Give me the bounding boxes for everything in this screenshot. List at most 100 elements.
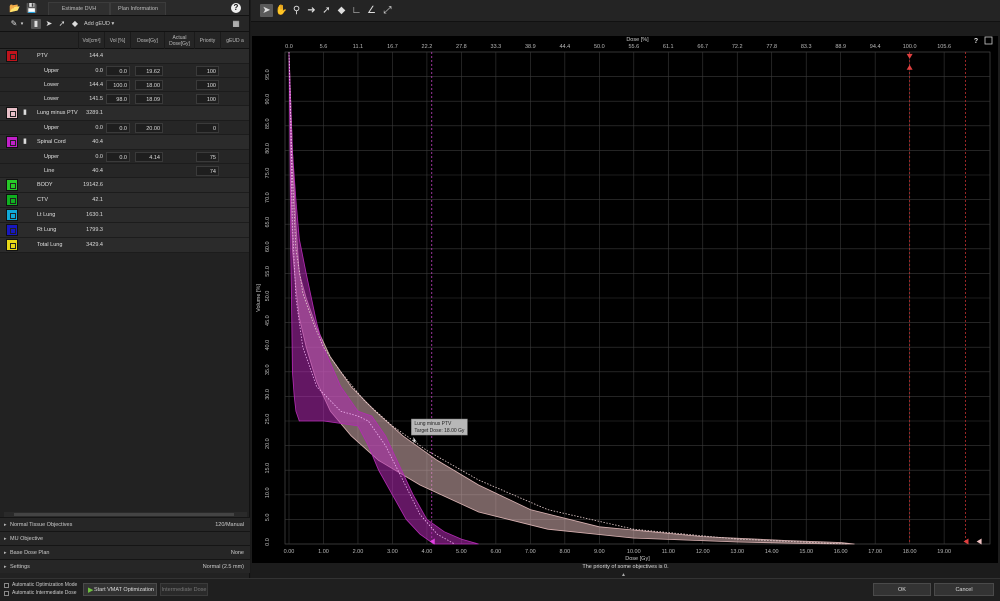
point-objective-icon[interactable]: ◆ [70,19,80,29]
pointer-icon[interactable]: ➤ [260,4,273,17]
structure-row[interactable]: Lt Lung 1630.1 [0,208,249,223]
structure-color-swatch[interactable] [6,209,18,221]
objective-volume-cm3[interactable]: 0.0 [80,123,105,133]
structure-color-swatch[interactable] [6,179,18,191]
geud-tool-icon[interactable]: ∠ [365,4,378,17]
top-tick-label: 77.8 [766,44,777,50]
objective-volume-pct[interactable]: 0.0 [106,123,130,133]
objective-priority[interactable]: 75 [196,152,219,162]
objective-priority[interactable]: 100 [196,94,219,104]
cancel-button[interactable]: Cancel [934,583,994,596]
structure-color-swatch[interactable] [6,224,18,236]
objective-priority[interactable]: 100 [196,80,219,90]
y-tick-label: 5.0 [265,514,271,522]
select-structure-icon[interactable]: ▮ [31,19,41,29]
objective-volume-pct[interactable]: 98.0 [106,94,130,104]
objective-row[interactable]: Upper 0.0 0.0 20.00 0 [0,121,249,135]
structure-color-swatch[interactable] [6,107,18,119]
structure-color-swatch[interactable] [6,50,18,62]
upper-objective-tool-icon[interactable]: ➜ [305,4,318,17]
structure-row[interactable]: ▮ Lung minus PTV 3289.1 [0,106,249,121]
col-volume-pct[interactable]: Vol [%] [104,32,130,49]
structure-color-swatch[interactable] [6,239,18,251]
line-objective-tool-icon[interactable]: ∟ [350,4,363,17]
col-priority[interactable]: Priority [194,32,220,49]
objective-volume-pct[interactable]: 0.0 [106,152,130,162]
fit-view-icon[interactable]: ⤢ [381,4,394,17]
structure-row[interactable]: ▮ Spinal Cord 40.4 [0,135,249,150]
x-tick-label: 7.00 [525,549,536,555]
grid-options-icon[interactable]: ▦ [231,19,241,29]
start-vmat-optimization-button[interactable]: ▶ Start VMAT Optimization [83,583,157,596]
y-tick-label: 65.0 [265,217,271,228]
chevron-down-icon[interactable]: ▾ [17,19,27,29]
dvh-chart[interactable]: 0.00 1.00 2.00 3.00 4.00 5.00 6.00 7.00 8.00 9.00… [252,36,998,563]
top-tick-label: 88.9 [835,44,846,50]
tab-estimate-dvh[interactable]: Estimate DVH [48,2,110,15]
dvh-chart-area[interactable]: 0.00 1.00 2.00 3.00 4.00 5.00 6.00 7.00 8.00 9.00… [252,36,998,563]
col-geud-a[interactable]: gEUD a [220,32,249,49]
objective-row[interactable]: Upper 0.0 0.0 19.62 100 [0,64,249,78]
col-actual-dose[interactable]: Actual Dose[Gy] [164,32,194,49]
objective-dose[interactable]: 19.62 [135,66,163,76]
objective-row[interactable]: Lower 141.5 98.0 18.09 100 [0,92,249,106]
ok-button[interactable]: OK [873,583,931,596]
col-dose[interactable]: Dose[Gy] [130,32,164,49]
scrollbar-thumb[interactable] [14,513,234,516]
objective-row[interactable]: Lower 144.4 100.0 18.00 100 [0,78,249,92]
top-tick-label: 5.6 [320,44,328,50]
objective-volume-cm3[interactable]: 0.0 [80,152,105,162]
intermediate-dose-button[interactable]: Intermediate Dose [160,583,208,596]
structure-volume: 144.4 [89,53,103,59]
structure-row[interactable]: Total Lung 3429.4 [0,238,249,253]
tab-plan-information[interactable]: Plan Information [110,2,166,15]
objective-row[interactable]: Upper 0.0 0.0 4.14 75 [0,150,249,164]
structure-row[interactable]: BODY 19142.6 [0,178,249,193]
lower-objective-tool-icon[interactable]: ➚ [320,4,333,17]
structure-row[interactable]: PTV 144.4 [0,49,249,64]
x-tick-label: 17.00 [868,549,882,555]
bottom-bar: Automatic Optimization Mode Automatic In… [0,578,1000,601]
objective-dose[interactable]: 18.09 [135,94,163,104]
zoom-icon[interactable]: ⚲ [290,4,303,17]
objective-dose[interactable]: 18.00 [135,80,163,90]
y-tick-label: 95.0 [265,69,271,80]
objective-priority[interactable]: 74 [196,166,219,176]
section-mu-objective[interactable]: ▸ MU Objective [0,531,250,545]
top-tick-label: 38.9 [525,44,536,50]
structure-color-swatch[interactable] [6,194,18,206]
auto-intermediate-dose-checkbox[interactable] [4,591,9,596]
help-icon[interactable]: ? [231,3,241,13]
lower-objective-icon[interactable]: ➚ [57,19,67,29]
point-objective-tool-icon[interactable]: ◆ [335,4,348,17]
objective-volume-cm3[interactable]: 40.4 [80,166,105,176]
auto-optimization-mode-checkbox[interactable] [4,583,9,588]
structure-row[interactable]: CTV 42.1 [0,193,249,208]
objective-row[interactable]: Line 40.4 74 [0,164,249,178]
dvh-estimate-icon: ▮ [23,109,27,116]
upper-objective-icon[interactable]: ➤ [44,19,54,29]
top-tick-label: 0.0 [285,44,293,50]
col-volume-cm3[interactable]: Vol[cm³] [78,32,104,49]
section-base-dose-plan[interactable]: ▸ Base Dose Plan None [0,545,250,559]
section-settings[interactable]: ▸ Settings Normal (2.5 mm) [0,559,250,573]
save-icon[interactable]: 💾 [26,3,37,13]
top-tick-label: 22.2 [422,44,433,50]
objective-dose[interactable]: 4.14 [135,152,163,162]
folder-open-icon[interactable]: 📂 [9,3,20,13]
structure-color-swatch[interactable] [6,136,18,148]
x-axis-label: Dose [Gy] [625,556,650,562]
pan-hand-icon[interactable]: ✋ [275,4,288,17]
objective-volume-cm3[interactable]: 141.5 [80,94,105,104]
objective-volume-cm3[interactable]: 144.4 [80,80,105,90]
add-geud-button[interactable]: Add gEUD ▾ [84,16,114,32]
section-normal-tissue-objectives[interactable]: ▸ Normal Tissue Objectives 120/Manual [0,517,250,531]
objective-volume-cm3[interactable]: 0.0 [80,66,105,76]
objective-priority[interactable]: 100 [196,66,219,76]
objective-volume-pct[interactable]: 100.0 [106,80,130,90]
objective-volume-pct[interactable]: 0.0 [106,66,130,76]
objective-marker [976,538,982,545]
structure-row[interactable]: Rt Lung 1799.3 [0,223,249,238]
objective-dose[interactable]: 20.00 [135,123,163,133]
objective-priority[interactable]: 0 [196,123,219,133]
